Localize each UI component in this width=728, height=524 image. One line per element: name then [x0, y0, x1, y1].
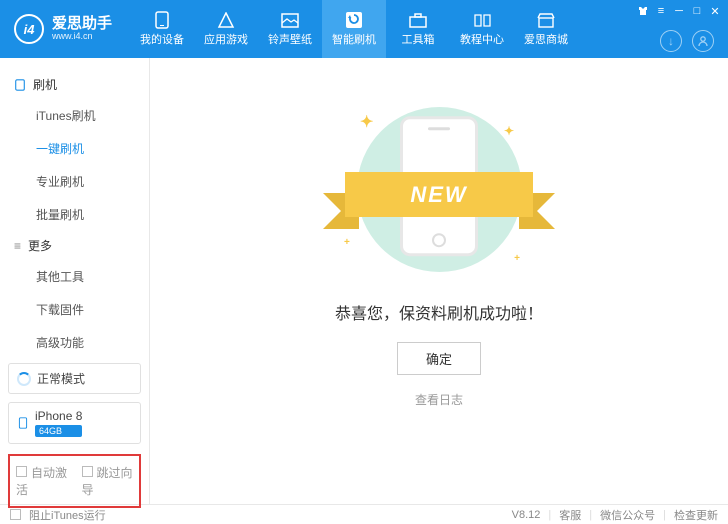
nav-flash[interactable]: 智能刷机 [322, 0, 386, 58]
success-message: 恭喜您，保资料刷机成功啦！ [335, 300, 543, 324]
app-body: 刷机 iTunes刷机 一键刷机 专业刷机 批量刷机 ≡ 更多 其他工具 下载固… [0, 58, 728, 504]
sparkle-icon: + [514, 253, 520, 264]
header-actions: ↓ [660, 30, 714, 52]
block-itunes-checkbox[interactable]: 阻止iTunes运行 [10, 507, 106, 523]
brand-name: 爱思助手 [52, 16, 112, 33]
refresh-icon [344, 11, 364, 29]
book-icon [472, 11, 492, 29]
window-controls: ≡ ─ □ ✕ [636, 4, 722, 18]
update-link[interactable]: 检查更新 [674, 507, 718, 523]
storage-badge: 64GB [35, 425, 82, 437]
top-nav: 我的设备 应用游戏 铃声壁纸 智能刷机 工具箱 教程中心 爱思商城 [130, 0, 578, 58]
download-icon[interactable]: ↓ [660, 30, 682, 52]
sidebar-item-batch-flash[interactable]: 批量刷机 [0, 198, 149, 231]
skip-wizard-checkbox[interactable]: 跳过向导 [82, 464, 134, 498]
app-header: i4 爱思助手 www.i4.cn 我的设备 应用游戏 铃声壁纸 智能刷机 工具… [0, 0, 728, 58]
nav-ringtone[interactable]: 铃声壁纸 [258, 0, 322, 58]
auto-activate-checkbox[interactable]: 自动激活 [16, 464, 68, 498]
brand-url: www.i4.cn [52, 32, 112, 42]
nav-store[interactable]: 爱思商城 [514, 0, 578, 58]
spinner-icon [17, 372, 31, 386]
section-title: 更多 [28, 237, 52, 254]
sidebar-item-other-tools[interactable]: 其他工具 [0, 260, 149, 293]
sidebar-section-flash: 刷机 [0, 70, 149, 99]
phone-icon [152, 11, 172, 29]
list-icon: ≡ [14, 240, 21, 252]
mode-label: 正常模式 [37, 370, 85, 387]
ok-button[interactable]: 确定 [397, 342, 481, 375]
brand-text: 爱思助手 www.i4.cn [52, 16, 112, 42]
version-label: V8.12 [512, 509, 541, 521]
nav-label: 我的设备 [140, 31, 184, 47]
skin-icon[interactable] [636, 4, 650, 18]
sidebar-item-oneclick-flash[interactable]: 一键刷机 [0, 132, 149, 165]
view-log-link[interactable]: 查看日志 [415, 391, 463, 408]
nav-label: 爱思商城 [524, 31, 568, 47]
image-icon [280, 11, 300, 29]
nav-apps[interactable]: 应用游戏 [194, 0, 258, 58]
store-icon [536, 11, 556, 29]
minimize-icon[interactable]: ─ [672, 4, 686, 18]
nav-my-device[interactable]: 我的设备 [130, 0, 194, 58]
maximize-icon[interactable]: □ [690, 4, 704, 18]
nav-label: 智能刷机 [332, 31, 376, 47]
sparkle-icon: ✦ [504, 124, 514, 138]
nav-label: 铃声壁纸 [268, 31, 312, 47]
sparkle-icon: ✦ [360, 112, 373, 132]
main-content: NEW ✦ ✦ + + 恭喜您，保资料刷机成功啦！ 确定 查看日志 [150, 58, 728, 504]
nav-label: 应用游戏 [204, 31, 248, 47]
sidebar: 刷机 iTunes刷机 一键刷机 专业刷机 批量刷机 ≡ 更多 其他工具 下载固… [0, 58, 150, 504]
briefcase-icon [408, 11, 428, 29]
sidebar-item-download-firmware[interactable]: 下载固件 [0, 293, 149, 326]
sidebar-section-more: ≡ 更多 [0, 231, 149, 260]
nav-label: 教程中心 [460, 31, 504, 47]
nav-label: 工具箱 [402, 31, 435, 47]
apps-icon [216, 11, 236, 29]
brand-block: i4 爱思助手 www.i4.cn [0, 14, 126, 44]
sidebar-item-itunes-flash[interactable]: iTunes刷机 [0, 99, 149, 132]
user-icon[interactable] [692, 30, 714, 52]
options-box: 自动激活 跳过向导 [8, 454, 141, 508]
phone-icon [17, 417, 29, 429]
sparkle-icon: + [344, 237, 350, 248]
ribbon-text: NEW [345, 172, 533, 217]
menu-icon[interactable]: ≡ [654, 4, 668, 18]
support-link[interactable]: 客服 [559, 507, 581, 523]
success-illustration: NEW ✦ ✦ + + [324, 104, 554, 274]
section-title: 刷机 [33, 76, 57, 93]
close-icon[interactable]: ✕ [708, 4, 722, 18]
device-pill[interactable]: iPhone 8 64GB [8, 402, 141, 444]
sidebar-item-pro-flash[interactable]: 专业刷机 [0, 165, 149, 198]
sidebar-item-advanced[interactable]: 高级功能 [0, 326, 149, 359]
nav-toolbox[interactable]: 工具箱 [386, 0, 450, 58]
phone-icon [14, 79, 26, 91]
logo-icon: i4 [14, 14, 44, 44]
wechat-link[interactable]: 微信公众号 [600, 507, 655, 523]
device-name: iPhone 8 [35, 409, 82, 423]
nav-tutorial[interactable]: 教程中心 [450, 0, 514, 58]
mode-pill[interactable]: 正常模式 [8, 363, 141, 394]
